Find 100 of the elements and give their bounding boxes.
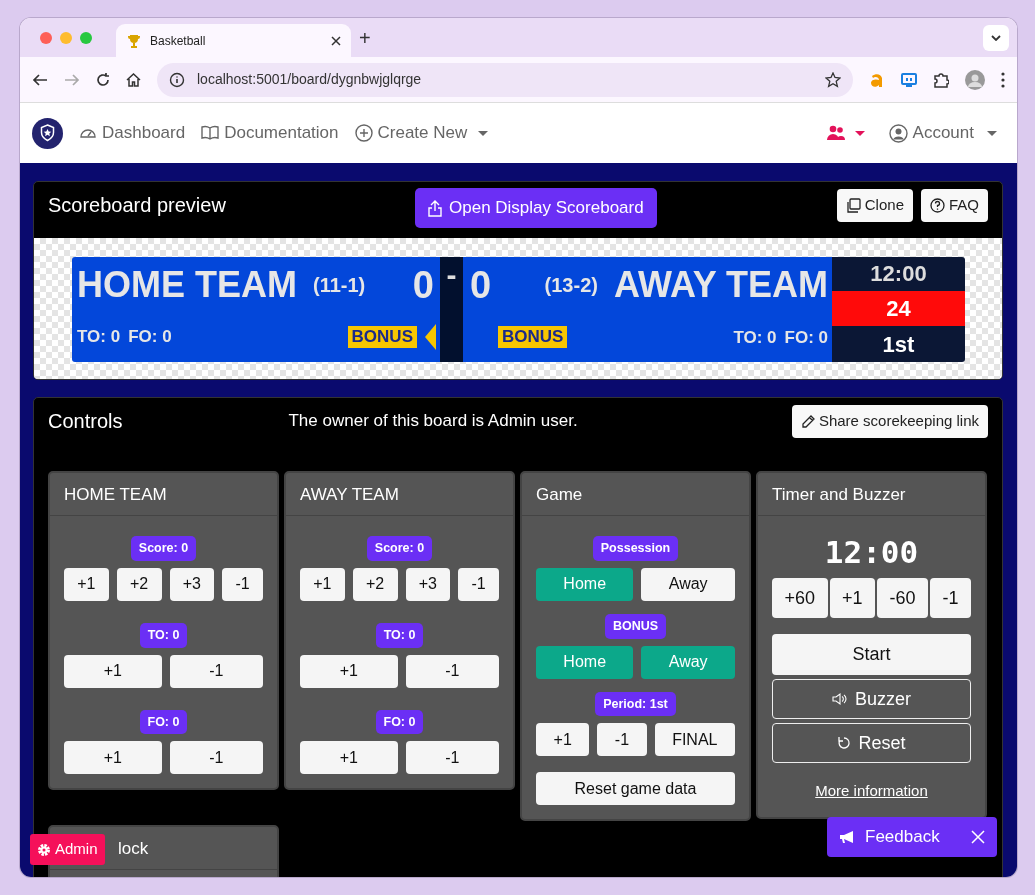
- adjust-button[interactable]: -1: [597, 723, 647, 757]
- stat-label: Score: 0: [366, 536, 433, 561]
- more-information-link[interactable]: More information: [815, 780, 928, 803]
- copy-icon: [845, 198, 861, 213]
- speaker-icon: [832, 692, 848, 706]
- score-separator: -: [446, 258, 457, 291]
- question-circle-icon: [930, 198, 945, 213]
- team-name: HOME TEAM: [77, 263, 297, 307]
- card-title: HOME TEAM: [64, 485, 167, 504]
- time-adjust-button[interactable]: +60: [772, 578, 828, 618]
- caret-icon: [987, 130, 997, 136]
- caret-icon: [478, 130, 489, 136]
- nav-link[interactable]: Create New: [354, 120, 489, 146]
- adjust-button[interactable]: +1: [64, 567, 109, 601]
- caret-icon: [854, 130, 865, 136]
- time-adjust-button[interactable]: +1: [829, 578, 875, 618]
- card-title: Game: [536, 485, 583, 504]
- home-icon[interactable]: [126, 72, 141, 87]
- book-icon: [201, 124, 220, 142]
- period-indicator: 1st: [832, 326, 965, 362]
- adjust-button[interactable]: +1: [64, 654, 162, 688]
- fouls-text: FO: 0: [784, 326, 828, 349]
- clone-button[interactable]: Clone: [836, 189, 913, 222]
- address-bar[interactable]: localhost:5001/board/dygnbwjglqrge: [157, 62, 853, 97]
- stat-label: Score: 0: [130, 536, 197, 561]
- time-adjust-button[interactable]: -60: [877, 578, 928, 618]
- stat-label: TO: 0: [375, 622, 424, 648]
- card-title: lock: [118, 839, 149, 859]
- adjust-button[interactable]: -1: [405, 654, 499, 688]
- toggle-button[interactable]: Away: [641, 567, 735, 601]
- team-record: (11-1): [313, 273, 366, 298]
- adjust-button[interactable]: +3: [169, 567, 215, 601]
- stat-label: Period: 1st: [595, 691, 676, 717]
- stat-label: TO: 0: [139, 622, 188, 648]
- buzzer-button[interactable]: Buzzer: [772, 679, 971, 719]
- adjust-button[interactable]: -1: [222, 567, 263, 601]
- adjust-button[interactable]: -1: [169, 654, 263, 688]
- open-display-button[interactable]: Open Display Scoreboard: [415, 188, 657, 228]
- pencil-icon: [800, 414, 815, 429]
- new-tab-button[interactable]: +: [359, 22, 371, 53]
- close-icon[interactable]: [331, 35, 341, 46]
- reset-icon: [837, 736, 852, 750]
- panel-title: Controls: [48, 409, 123, 434]
- adjust-button[interactable]: +1: [536, 723, 590, 757]
- adjust-button[interactable]: -1: [458, 567, 499, 601]
- nav-link[interactable]: Dashboard: [79, 120, 186, 146]
- fouls-text: FO: 0: [128, 326, 172, 349]
- star-icon[interactable]: [825, 71, 841, 88]
- time-adjust-button[interactable]: -1: [930, 578, 971, 618]
- reload-icon[interactable]: [96, 72, 110, 87]
- url-text: localhost:5001/board/dygnbwjglqrge: [197, 70, 423, 89]
- shield-logo-icon[interactable]: [32, 117, 63, 149]
- feedback-button[interactable]: Feedback: [839, 824, 964, 850]
- plus-circle-icon: [354, 124, 373, 142]
- nav-link[interactable]: Documentation: [201, 120, 339, 146]
- adjust-button[interactable]: +1: [300, 567, 345, 601]
- adjust-button[interactable]: +2: [116, 567, 162, 601]
- share-link-button[interactable]: Share scorekeeping link: [791, 405, 988, 438]
- adjust-button[interactable]: FINAL: [654, 723, 735, 757]
- adjust-button[interactable]: +3: [405, 567, 451, 601]
- timeouts-text: TO: 0: [733, 326, 777, 349]
- more-icon[interactable]: [1001, 71, 1005, 88]
- people-icon: [825, 125, 846, 141]
- card-title: Timer and Buzzer: [772, 485, 906, 504]
- person-circle-icon: [888, 123, 908, 143]
- tab-search-button[interactable]: [983, 24, 1009, 51]
- chevron-down-icon: [991, 34, 1001, 41]
- reset-timer-button[interactable]: Reset: [772, 723, 971, 763]
- monitor-icon[interactable]: [901, 71, 917, 88]
- shot-clock: 24: [832, 291, 965, 326]
- bonus-badge: BONUS: [498, 326, 568, 349]
- team-score: 0: [412, 263, 434, 308]
- browser-tab[interactable]: Basketball: [116, 24, 351, 57]
- adjust-button[interactable]: +1: [300, 741, 398, 775]
- trophy-icon: [126, 32, 142, 49]
- adjust-button[interactable]: +1: [64, 741, 162, 775]
- timer-display: 12:00: [824, 534, 919, 570]
- puzzle-icon[interactable]: [933, 71, 949, 88]
- account-menu[interactable]: Account: [888, 120, 997, 146]
- owner-note: The owner of this board is Admin user.: [288, 410, 578, 432]
- team-menu[interactable]: [825, 125, 865, 141]
- bonus-badge: BONUS: [347, 326, 417, 348]
- adjust-button[interactable]: +2: [352, 567, 398, 601]
- faq-button[interactable]: FAQ: [921, 189, 988, 222]
- team-name: AWAY TEAM: [613, 263, 828, 307]
- admin-button[interactable]: Admin: [30, 834, 105, 865]
- adjust-button[interactable]: +1: [300, 654, 398, 688]
- card-title: AWAY TEAM: [300, 485, 399, 504]
- stat-label: BONUS: [604, 613, 667, 639]
- team-score: 0: [470, 263, 492, 308]
- panel-title: Scoreboard preview: [48, 193, 226, 218]
- back-icon[interactable]: [32, 72, 48, 87]
- start-button[interactable]: Start: [772, 634, 971, 675]
- avatar-icon[interactable]: [965, 69, 985, 90]
- timeouts-text: TO: 0: [77, 326, 121, 349]
- adjust-button[interactable]: -1: [405, 741, 499, 775]
- adjust-button[interactable]: -1: [169, 741, 263, 775]
- gear-icon: [37, 842, 51, 857]
- stat-label: Possession: [592, 536, 679, 561]
- reset-game-button[interactable]: Reset game data: [536, 772, 735, 806]
